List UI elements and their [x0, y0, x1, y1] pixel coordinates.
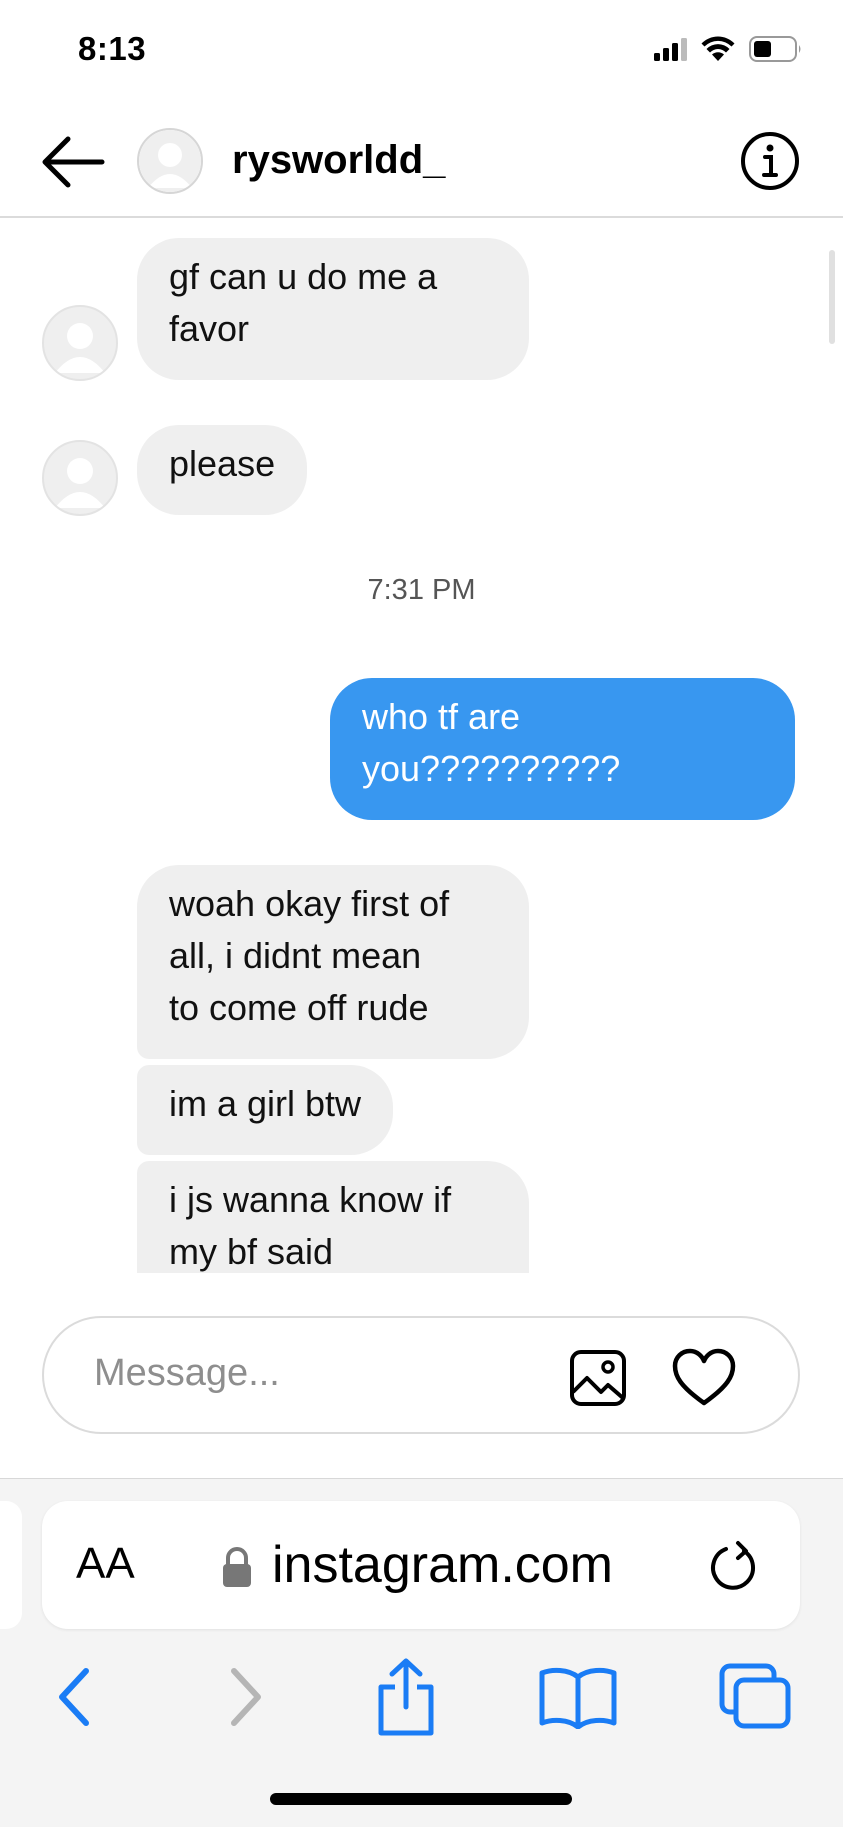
- sender-avatar[interactable]: [42, 305, 118, 381]
- message-bubble-incoming[interactable]: gf can u do me a favor: [137, 238, 529, 380]
- share-button[interactable]: [366, 1657, 446, 1737]
- image-icon: [570, 1350, 626, 1406]
- avatar[interactable]: [137, 128, 203, 194]
- message-line: my bf said: [169, 1231, 334, 1272]
- address-bar[interactable]: AA instagram.com: [42, 1501, 800, 1629]
- message-line: to come off rude: [169, 987, 429, 1028]
- message-bubble-incoming[interactable]: woah okay first of all, i didnt mean to …: [137, 865, 529, 1059]
- info-button[interactable]: [739, 130, 801, 192]
- message-bubble-incoming[interactable]: im a girl btw: [137, 1065, 394, 1155]
- image-button[interactable]: [568, 1348, 628, 1408]
- back-button[interactable]: [40, 134, 106, 190]
- reload-icon: [711, 1541, 755, 1590]
- bookmarks-button[interactable]: [538, 1657, 618, 1737]
- lock-icon: [223, 1547, 251, 1587]
- message-line: you??????????: [362, 748, 621, 789]
- home-indicator: [270, 1793, 572, 1805]
- message-bubble-incoming[interactable]: i js wanna know if my bf said: [137, 1161, 529, 1273]
- browser-bottom-bar: AA instagram.com: [0, 1478, 843, 1827]
- reader-options-button[interactable]: AA: [76, 1539, 135, 1589]
- message-bubble-outgoing[interactable]: who tf are you??????????: [330, 678, 795, 820]
- status-bar: 8:13: [0, 0, 843, 108]
- tabs-icon: [719, 1663, 791, 1729]
- scrollbar[interactable]: [829, 250, 835, 344]
- arrow-left-icon: [42, 136, 105, 188]
- battery-icon: [749, 36, 801, 62]
- tabs-button[interactable]: [716, 1657, 796, 1737]
- browser-forward-button[interactable]: [206, 1657, 286, 1737]
- share-icon: [378, 1658, 434, 1736]
- message-line: favor: [169, 308, 250, 349]
- message-line: gf can u do me a: [169, 256, 438, 297]
- chevron-right-icon: [231, 1668, 261, 1726]
- status-time: 8:13: [78, 30, 147, 67]
- message-text: please: [169, 443, 276, 484]
- url-text[interactable]: instagram.com: [272, 1535, 613, 1595]
- reload-button[interactable]: [708, 1539, 762, 1593]
- message-input[interactable]: [94, 1352, 494, 1395]
- message-composer: [42, 1316, 800, 1434]
- default-avatar-icon: [55, 323, 105, 373]
- message-timestamp: 7:31 PM: [367, 574, 476, 606]
- status-icons: [653, 36, 803, 62]
- message-text: im a girl btw: [169, 1083, 362, 1124]
- info-circle-icon: [741, 132, 799, 190]
- browser-back-button[interactable]: [34, 1657, 114, 1737]
- chat-username[interactable]: rysworldd_: [232, 138, 445, 183]
- message-bubble-incoming[interactable]: please: [137, 425, 308, 515]
- message-line: i js wanna know if: [169, 1179, 452, 1220]
- signal-icon: [654, 38, 687, 61]
- chat-header: rysworldd_: [0, 108, 843, 218]
- book-icon: [539, 1667, 617, 1729]
- message-line: all, i didnt mean: [169, 935, 422, 976]
- message-thread[interactable]: gf can u do me a favor please 7:31 PM wh…: [0, 218, 843, 1273]
- message-line: woah okay first of: [169, 883, 450, 924]
- wifi-icon: [701, 36, 735, 61]
- like-button[interactable]: [672, 1348, 736, 1408]
- previous-tab-edge[interactable]: [0, 1501, 22, 1629]
- default-avatar-icon: [55, 458, 105, 508]
- sender-avatar[interactable]: [42, 440, 118, 516]
- default-avatar-icon: [139, 130, 201, 192]
- message-line: who tf are: [362, 696, 521, 737]
- heart-icon: [672, 1348, 736, 1406]
- reader-options-label: AA: [76, 1539, 135, 1588]
- chevron-left-icon: [59, 1668, 89, 1726]
